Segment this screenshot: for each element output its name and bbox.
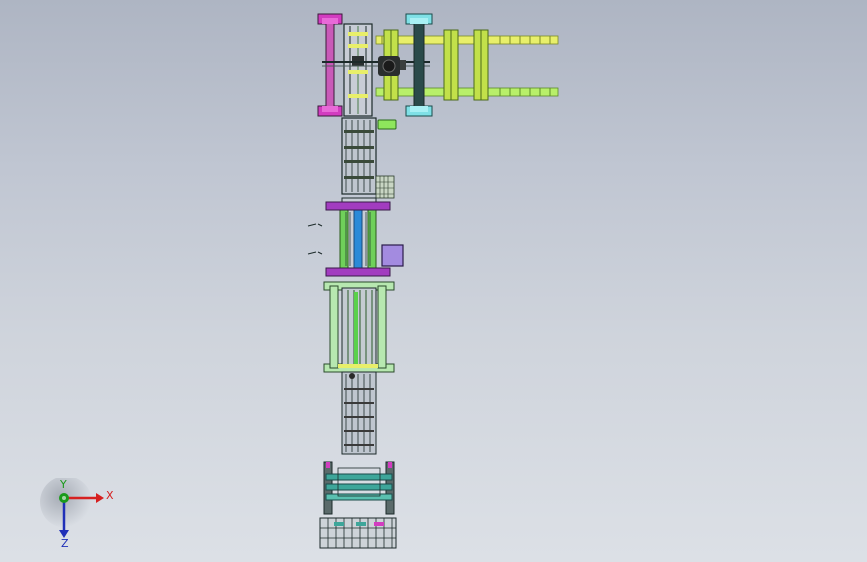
top-conveyor-assembly[interactable] xyxy=(317,13,559,117)
z-axis-label: Z xyxy=(61,537,69,548)
left-markers xyxy=(307,223,323,255)
frame-station[interactable] xyxy=(323,281,395,373)
x-axis-arrow xyxy=(96,493,104,503)
coordinate-triad: X Z Y xyxy=(40,478,114,548)
motor-cluster xyxy=(378,56,406,76)
lime-sensor xyxy=(377,119,397,130)
side-grid-block xyxy=(375,175,395,199)
purple-beam-top xyxy=(325,201,391,211)
press-station[interactable] xyxy=(307,197,391,277)
x-axis-label: X xyxy=(106,489,114,502)
cad-viewport[interactable]: X Z Y xyxy=(0,0,867,562)
feed-module[interactable] xyxy=(341,117,397,199)
central-drive-module xyxy=(343,23,373,117)
upper-rail xyxy=(375,35,559,45)
magenta-flange-left xyxy=(317,13,343,117)
bottom-rack-assembly[interactable] xyxy=(323,461,395,515)
lavender-side-panel[interactable] xyxy=(381,244,404,267)
output-rack[interactable] xyxy=(319,517,397,549)
purple-beam-bottom xyxy=(325,267,391,277)
assembly-model[interactable] xyxy=(0,0,867,562)
y-axis-label: Y xyxy=(59,478,67,491)
lower-rail xyxy=(375,87,559,97)
lower-conveyor[interactable] xyxy=(341,371,377,455)
cyan-flange-right xyxy=(405,13,433,117)
